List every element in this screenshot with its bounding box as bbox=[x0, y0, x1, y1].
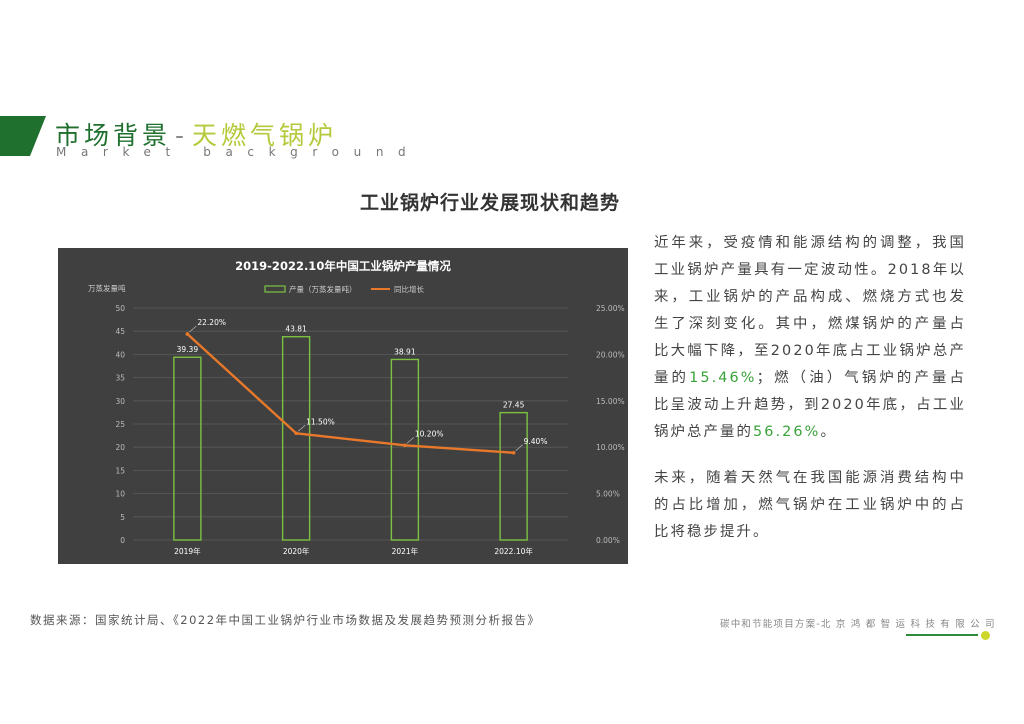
y2-tick-label: 25.00% bbox=[596, 304, 625, 313]
growth-point bbox=[511, 450, 516, 455]
footer-company: 碳中和节能项目方案-北 京 鸿 都 智 运 科 技 有 限 公 司 bbox=[720, 619, 996, 630]
y-tick-label: 5 bbox=[120, 513, 125, 522]
y-tick-label: 30 bbox=[115, 397, 125, 406]
growth-label-leader bbox=[515, 444, 523, 452]
paragraph-1-part-a: 近年来，受疫情和能源结构的调整，我国工业锅炉产量具有一定波动性。2018年以来，… bbox=[654, 235, 966, 386]
growth-value-label: 10.20% bbox=[415, 429, 444, 438]
footer-dot bbox=[981, 631, 990, 640]
growth-line bbox=[186, 333, 514, 454]
x-tick-label: 2020年 bbox=[283, 546, 310, 556]
data-source: 数据来源：国家统计局、《2022年中国工业锅炉行业市场数据及发展趋势预测分析报告… bbox=[30, 613, 541, 627]
page-title: 工业锅炉行业发展现状和趋势 bbox=[359, 192, 620, 214]
production-chart: 2019-2022.10年中国工业锅炉产量情况万蒸发量吨 产量（万蒸发量吨） 同比增… bbox=[88, 259, 625, 556]
y2-tick-label: 15.00% bbox=[596, 397, 625, 406]
growth-label-leader bbox=[297, 425, 306, 432]
paragraph-1-part-c: 。 bbox=[820, 424, 837, 440]
y-tick-label: 50 bbox=[115, 304, 125, 313]
y-tick-label: 45 bbox=[115, 327, 125, 336]
bar bbox=[390, 358, 420, 541]
highlight-gas-share: 56.26% bbox=[752, 424, 821, 440]
bar-value-label: 39.39 bbox=[177, 345, 199, 354]
bar-value-label: 38.91 bbox=[394, 347, 416, 356]
bar bbox=[281, 336, 311, 541]
bar-value-label: 43.81 bbox=[285, 325, 307, 334]
footer-line bbox=[906, 634, 978, 636]
y-axis-label: 万蒸发量吨 bbox=[88, 283, 126, 293]
bar bbox=[499, 411, 528, 541]
growth-point bbox=[294, 431, 298, 436]
bar bbox=[173, 356, 202, 541]
growth-value-label: 22.20% bbox=[197, 318, 226, 327]
y2-tick-label: 20.00% bbox=[596, 350, 625, 359]
x-tick-label: 2019年 bbox=[174, 546, 201, 556]
y-tick-label: 25 bbox=[115, 420, 125, 429]
growth-value-label: 9.40% bbox=[524, 437, 548, 446]
x-tick-label: 2021年 bbox=[392, 546, 419, 556]
description-text: 近年来，受疫情和能源结构的调整，我国工业锅炉产量具有一定波动性。2018年以来，… bbox=[654, 230, 966, 565]
y-tick-label: 35 bbox=[115, 374, 125, 383]
highlight-coal-share: 15.46% bbox=[689, 370, 757, 386]
y-tick-label: 40 bbox=[115, 350, 125, 359]
chart-panel: 2019-2022.10年中国工业锅炉产量情况万蒸发量吨 产量（万蒸发量吨） 同比增… bbox=[58, 248, 628, 564]
section-title-en: Market background bbox=[56, 145, 421, 159]
y-tick-label: 20 bbox=[115, 443, 125, 452]
growth-label-leader bbox=[406, 437, 415, 444]
description-paragraph-2: 未来，随着天然气在我国能源消费结构中的占比增加，燃气锅炉在工业锅炉中的占比将稳步… bbox=[654, 470, 966, 540]
y2-tick-label: 5.00% bbox=[596, 490, 620, 499]
legend-swatch-bar bbox=[264, 285, 286, 293]
y2-tick-label: 0.00% bbox=[596, 536, 620, 545]
growth-point bbox=[403, 443, 407, 448]
growth-point bbox=[185, 332, 190, 336]
bar-value-label: 27.45 bbox=[503, 401, 525, 410]
legend-label-bar: 产量（万蒸发量吨） bbox=[289, 284, 357, 294]
y-tick-label: 10 bbox=[115, 490, 125, 499]
chart-title: 2019-2022.10年中国工业锅炉产量情况 bbox=[235, 259, 451, 273]
y-tick-label: 15 bbox=[115, 466, 125, 475]
legend-label-line: 同比增长 bbox=[394, 284, 424, 294]
header-accent-bar bbox=[0, 116, 46, 156]
x-tick-label: 2022.10年 bbox=[494, 546, 533, 556]
description-paragraph-1: 近年来，受疫情和能源结构的调整，我国工业锅炉产量具有一定波动性。2018年以来，… bbox=[654, 230, 966, 446]
y2-tick-label: 10.00% bbox=[596, 443, 625, 452]
growth-value-label: 11.50% bbox=[306, 417, 335, 426]
y-tick-label: 0 bbox=[120, 536, 125, 545]
